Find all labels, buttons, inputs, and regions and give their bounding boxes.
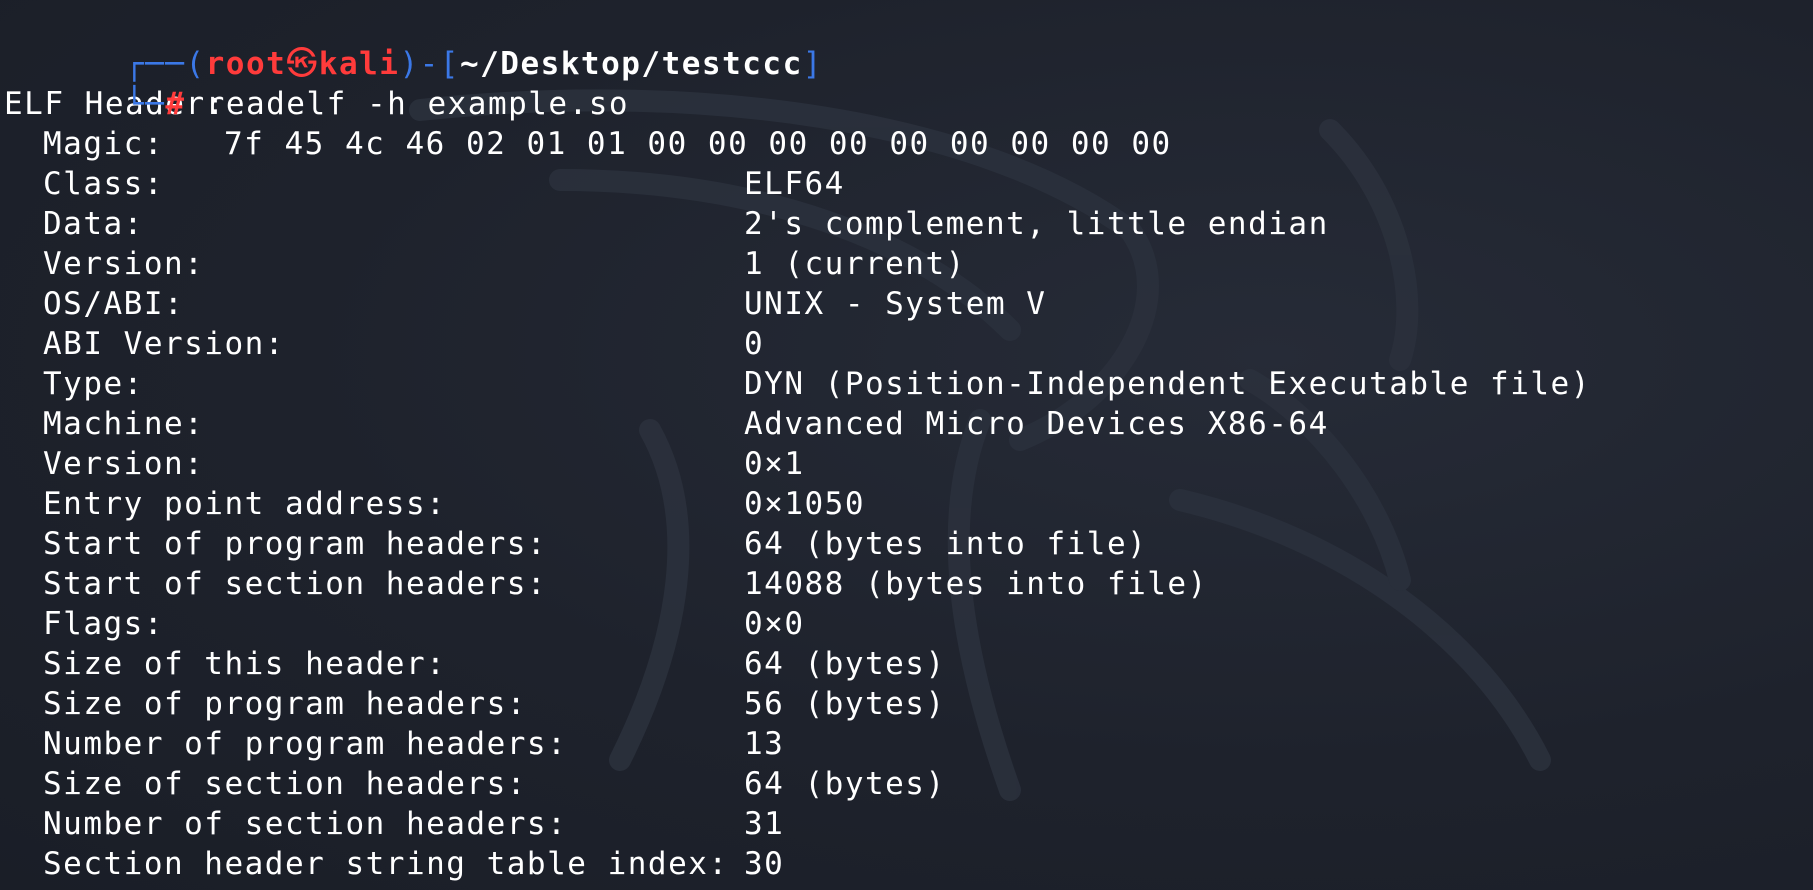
header-fields: Class: ELF64 Data: 2's complement, little … <box>4 164 1813 884</box>
field-key: Start of section headers: <box>43 566 548 602</box>
field-key: Number of program headers: <box>43 726 568 762</box>
field-value: 56 (bytes) <box>744 686 946 722</box>
field-row: Size of this header: 64 (bytes) <box>4 644 1813 684</box>
field-key: Section header string table index: <box>43 846 729 882</box>
field-key: Flags: <box>43 606 164 642</box>
field-key: OS/ABI: <box>43 286 185 322</box>
field-key: Version: <box>43 246 205 282</box>
field-row: Class: ELF64 <box>4 164 1813 204</box>
field-value: 2's complement, little endian <box>744 206 1329 242</box>
field-key: Class: <box>43 166 164 202</box>
field-value: 0×0 <box>744 606 805 642</box>
field-value: 13 <box>744 726 785 762</box>
field-row: Start of section headers: 14088 (bytes in… <box>4 564 1813 604</box>
field-key: Entry point address: <box>43 486 447 522</box>
field-row: Data: 2's complement, little endian <box>4 204 1813 244</box>
field-row: Version: 1 (current) <box>4 244 1813 284</box>
field-value: 1 (current) <box>744 246 966 282</box>
command-text: readelf -h example.so <box>205 86 630 122</box>
field-row: Type: DYN (Position-Independent Executabl… <box>4 364 1813 404</box>
field-value: 0×1050 <box>744 486 865 522</box>
field-value: ELF64 <box>744 166 845 202</box>
terminal-window[interactable]: ┌──(root㉿kali)-[~/Desktop/testccc] └─# r… <box>0 0 1813 890</box>
field-row: Section header string table index: 30 <box>4 844 1813 884</box>
field-value: DYN (Position-Independent Executable fil… <box>744 366 1591 402</box>
field-value: 64 (bytes) <box>744 646 946 682</box>
command-line[interactable]: └─# readelf -h example.so <box>4 44 1813 122</box>
magic-value: 7f 45 4c 46 02 01 01 00 00 00 00 00 00 0… <box>223 126 1172 162</box>
prompt-symbol: # <box>165 86 186 122</box>
field-value: 0×1 <box>744 446 805 482</box>
field-value: UNIX - System V <box>744 286 1047 322</box>
field-row: Machine: Advanced Micro Devices X86-64 <box>4 404 1813 444</box>
field-row: Start of program headers: 64 (bytes into … <box>4 524 1813 564</box>
field-key: Data: <box>43 206 144 242</box>
field-key: Machine: <box>43 406 205 442</box>
magic-row: Magic: 7f 45 4c 46 02 01 01 00 00 00 00 0… <box>4 124 1813 164</box>
field-row: Size of section headers: 64 (bytes) <box>4 764 1813 804</box>
field-row: Entry point address: 0×1050 <box>4 484 1813 524</box>
field-key: Type: <box>43 366 144 402</box>
field-value: 64 (bytes into file) <box>744 526 1148 562</box>
field-key: ABI Version: <box>43 326 285 362</box>
field-row: Number of program headers: 13 <box>4 724 1813 764</box>
field-value: 31 <box>744 806 785 842</box>
prompt-tree-bottom: └─ <box>124 86 166 122</box>
field-key: Version: <box>43 446 205 482</box>
field-key: Number of section headers: <box>43 806 568 842</box>
prompt-line: ┌──(root㉿kali)-[~/Desktop/testccc] <box>4 4 1813 82</box>
field-value: 30 <box>744 846 785 882</box>
field-row: ABI Version: 0 <box>4 324 1813 364</box>
field-key: Size of this header: <box>43 646 447 682</box>
field-value: 14088 (bytes into file) <box>744 566 1208 602</box>
field-row: Version: 0×1 <box>4 444 1813 484</box>
field-value: 0 <box>744 326 765 362</box>
field-row: Flags: 0×0 <box>4 604 1813 644</box>
field-key: Size of program headers: <box>43 686 527 722</box>
field-value: 64 (bytes) <box>744 766 946 802</box>
field-row: Size of program headers: 56 (bytes) <box>4 684 1813 724</box>
field-value: Advanced Micro Devices X86-64 <box>744 406 1329 442</box>
field-row: Number of section headers: 31 <box>4 804 1813 844</box>
field-row: OS/ABI: UNIX - System V <box>4 284 1813 324</box>
field-key: Size of section headers: <box>43 766 527 802</box>
field-key: Start of program headers: <box>43 526 548 562</box>
